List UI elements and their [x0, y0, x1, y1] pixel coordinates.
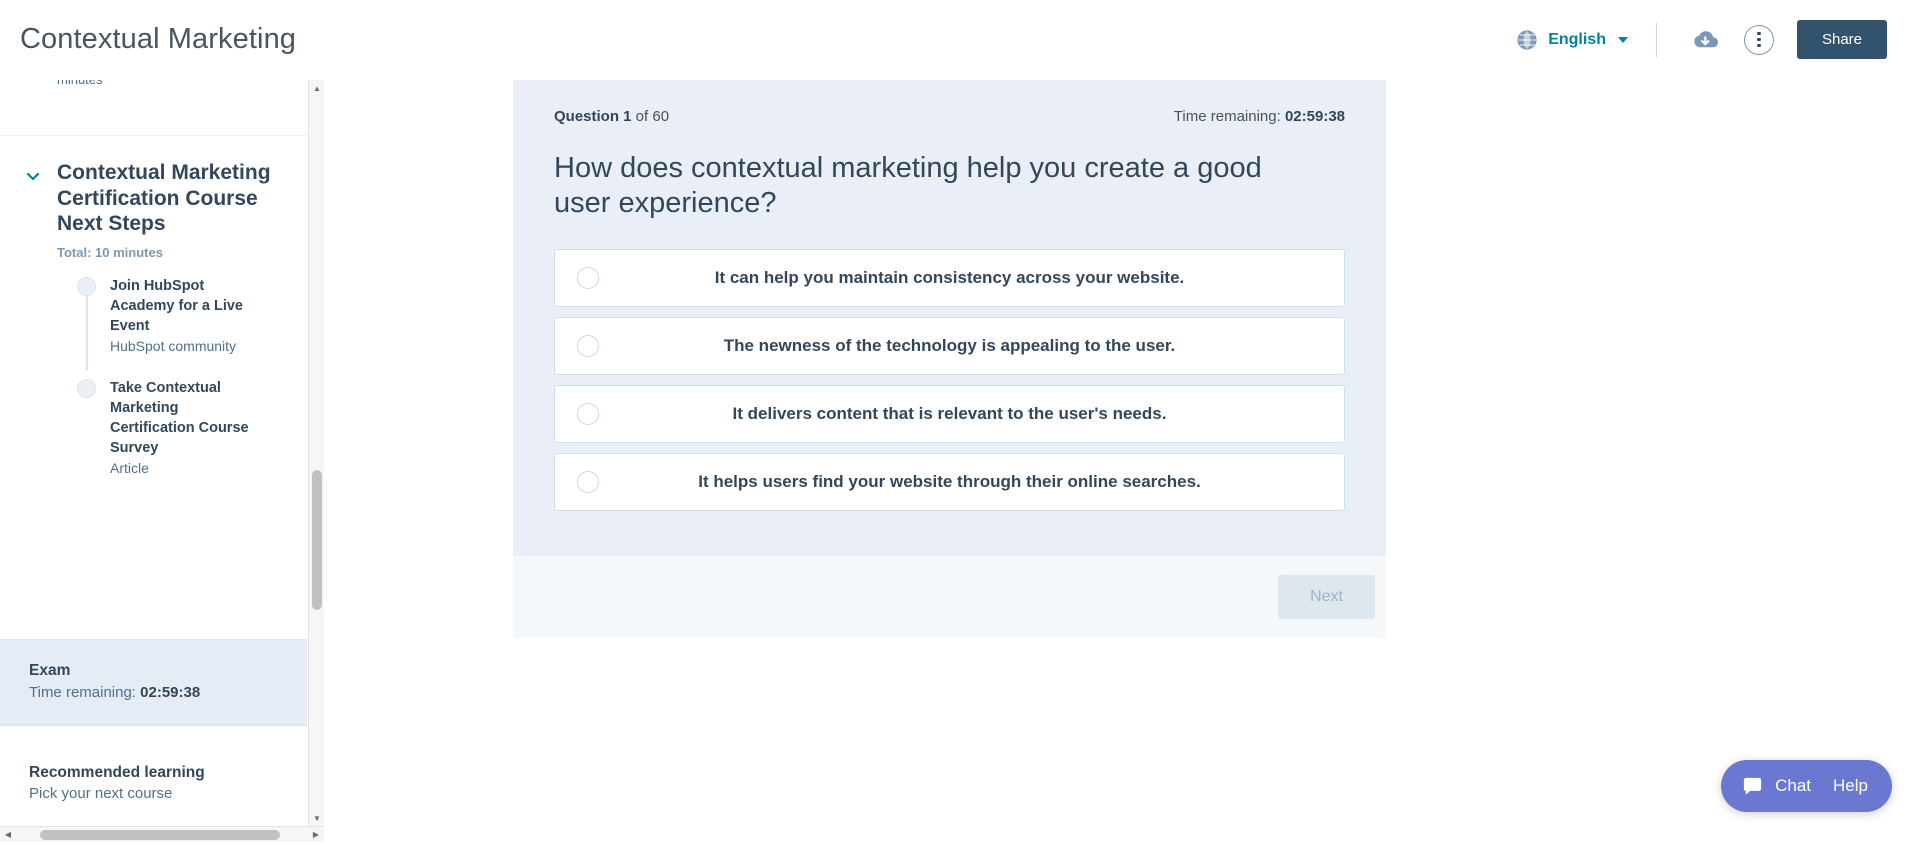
sidebar-partial-item[interactable]: minutes — [0, 80, 307, 136]
quiz-meta-row: Question 1 of 60 Time remaining: 02:59:3… — [554, 108, 1345, 125]
scrollbar-thumb[interactable] — [312, 470, 322, 610]
list-item-title: Join HubSpot Academy for a Live Event — [110, 277, 243, 334]
app-header: Contextual Marketing English Share — [0, 0, 1907, 80]
quiz-footer: Next — [513, 556, 1386, 638]
chat-bubble-icon — [1741, 775, 1764, 798]
scroll-up-arrow-icon[interactable]: ▲ — [309, 80, 325, 96]
kebab-dot — [1757, 37, 1761, 42]
answer-option-label: It helps users find your website through… — [698, 471, 1201, 491]
question-number: Question 1 — [554, 108, 632, 125]
quiz-time-value: 02:59:38 — [1284, 108, 1345, 125]
globe-icon — [1516, 29, 1538, 51]
download-button[interactable] — [1685, 20, 1725, 60]
scroll-right-arrow-icon[interactable]: ▶ — [308, 827, 324, 843]
sidebar-item-recommended-learning[interactable]: Recommended learning Pick your next cour… — [0, 744, 307, 822]
share-button[interactable]: Share — [1796, 20, 1887, 59]
cloud-download-icon — [1690, 28, 1720, 52]
quiz-card: Question 1 of 60 Time remaining: 02:59:3… — [513, 80, 1386, 638]
lesson-status-icon — [77, 379, 96, 399]
sidebar-connector-line — [86, 293, 88, 370]
quiz-time-label: Time remaining: — [1173, 108, 1285, 125]
chevron-down-icon — [1617, 36, 1628, 43]
course-sidebar: minutes Contextual Marketing Certificati… — [0, 80, 308, 842]
page-title: Contextual Marketing — [20, 23, 297, 55]
header-actions: English Share — [1516, 20, 1907, 60]
list-item[interactable]: Take Contextual Marketing Certification … — [20, 378, 287, 479]
radio-button-icon[interactable] — [577, 470, 599, 493]
language-label: English — [1548, 30, 1606, 48]
sidebar-lesson-list: Join HubSpot Academy for a Live Event Hu… — [20, 276, 287, 479]
quiz-time-remaining: Time remaining: 02:59:38 — [1174, 108, 1345, 125]
answer-option-label: It delivers content that is relevant to … — [732, 403, 1167, 423]
answer-option[interactable]: The newness of the technology is appeali… — [554, 316, 1345, 375]
exam-time-remaining: Time remaining: 02:59:38 — [29, 684, 288, 701]
chat-help-widget[interactable]: Chat Help — [1721, 760, 1892, 812]
answer-option[interactable]: It helps users find your website through… — [554, 452, 1345, 511]
radio-button-icon[interactable] — [577, 266, 599, 289]
sidebar-section-next-steps[interactable]: Contextual Marketing Certification Cours… — [0, 136, 307, 511]
answer-option[interactable]: It delivers content that is relevant to … — [554, 384, 1345, 443]
list-item-subtitle: HubSpot community — [110, 337, 237, 354]
sidebar-partial-label: minutes — [57, 80, 103, 87]
sidebar-horizontal-scrollbar[interactable]: ◀ ▶ — [0, 826, 324, 842]
exam-time-value: 02:59:38 — [140, 684, 201, 701]
kebab-menu-icon — [1743, 24, 1774, 55]
body-wrapper: minutes Contextual Marketing Certificati… — [0, 80, 1907, 842]
exam-time-label: Time remaining: — [29, 684, 136, 701]
question-counter: Question 1 of 60 — [554, 108, 669, 125]
scroll-down-arrow-icon[interactable]: ▼ — [309, 810, 325, 826]
recommended-subtitle: Pick your next course — [29, 785, 173, 802]
question-total: of 60 — [631, 108, 670, 125]
list-item[interactable]: Join HubSpot Academy for a Live Event Hu… — [20, 276, 287, 357]
answer-option-label: The newness of the technology is appeali… — [723, 335, 1176, 355]
kebab-dot — [1757, 31, 1761, 36]
more-options-button[interactable] — [1739, 20, 1779, 60]
sidebar-item-exam[interactable]: Exam Time remaining: 02:59:38 — [0, 639, 307, 726]
radio-button-icon[interactable] — [577, 334, 599, 357]
language-selector[interactable]: English — [1516, 29, 1628, 51]
list-item-title: Take Contextual Marketing Certification … — [110, 380, 249, 457]
sidebar-section-total: Total: 10 minutes — [57, 244, 163, 260]
next-button[interactable]: Next — [1278, 575, 1375, 619]
help-label[interactable]: Help — [1833, 776, 1868, 796]
list-item-subtitle: Article — [110, 460, 149, 477]
exam-title: Exam — [29, 662, 71, 679]
radio-button-icon[interactable] — [577, 402, 599, 425]
exam-main-area: Question 1 of 60 Time remaining: 02:59:3… — [324, 80, 1907, 842]
scrollbar-thumb[interactable] — [40, 830, 280, 840]
scroll-left-arrow-icon[interactable]: ◀ — [0, 827, 16, 843]
chevron-down-icon[interactable] — [25, 168, 41, 184]
sidebar-vertical-scrollbar[interactable]: ▲ ▼ — [308, 80, 324, 842]
question-text: How does contextual marketing help you c… — [554, 152, 1262, 219]
answer-option-label: It can help you maintain consistency acr… — [714, 267, 1185, 287]
header-divider — [1655, 22, 1657, 57]
sidebar-section-title: Contextual Marketing Certification Cours… — [57, 161, 271, 236]
kebab-dot — [1757, 43, 1761, 48]
recommended-title: Recommended learning — [29, 764, 205, 781]
chat-label[interactable]: Chat — [1775, 776, 1811, 796]
quiz-body: Question 1 of 60 Time remaining: 02:59:3… — [513, 80, 1386, 556]
lesson-status-icon — [77, 276, 96, 296]
answer-option[interactable]: It can help you maintain consistency acr… — [554, 248, 1345, 307]
